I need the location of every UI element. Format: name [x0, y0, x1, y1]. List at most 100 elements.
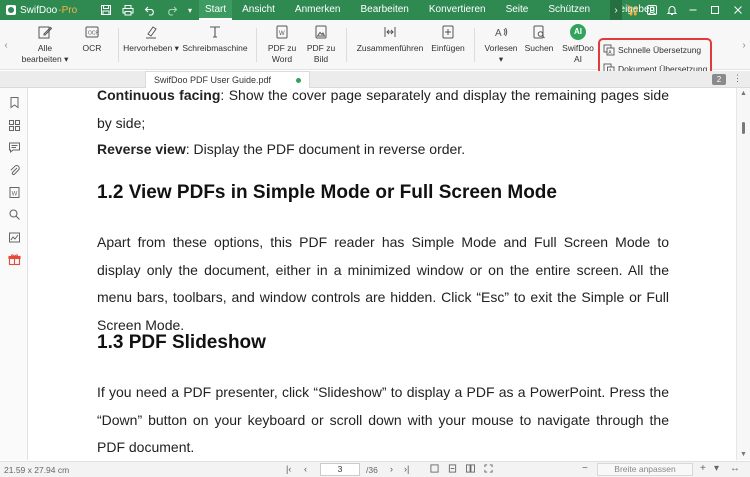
zoom-dropdown-icon[interactable]: ▾ — [714, 463, 719, 474]
pdf-zu-word-label: PDF zu — [267, 43, 297, 53]
first-page-icon[interactable]: |‹ — [286, 464, 291, 474]
hervorheben-button[interactable]: Hervorheben ▾ — [123, 23, 179, 69]
paragraph-reverse-view: Reverse view: Display the PDF document i… — [97, 136, 669, 164]
unsaved-indicator — [296, 78, 301, 83]
term-continuous-facing: Continuous facing — [97, 88, 221, 103]
next-page-icon[interactable]: › — [390, 464, 393, 474]
pdf-zu-word-button[interactable]: W PDF zu Word — [266, 23, 298, 69]
read-aloud-icon: A — [491, 23, 511, 41]
svg-text:W: W — [279, 31, 285, 37]
zusammenfuehren-label: Zusammenführen — [356, 43, 424, 53]
gift-icon[interactable] — [8, 253, 21, 266]
scroll-down-icon[interactable]: ▼ — [740, 451, 747, 458]
attachment-icon[interactable] — [8, 164, 21, 177]
ribbon-divider — [256, 28, 257, 62]
last-page-icon[interactable]: ›| — [404, 464, 409, 474]
menu-konvertieren[interactable]: Konvertieren — [419, 0, 496, 20]
ribbon-divider — [346, 28, 347, 62]
paragraph-slideshow: If you need a PDF presenter, click “Slid… — [97, 384, 669, 455]
suchen-button[interactable]: Suchen — [524, 23, 554, 69]
pdf-zu-bild-button[interactable]: PDF zu Bild — [305, 23, 337, 69]
menu-bearbeiten[interactable]: Bearbeiten — [351, 0, 419, 20]
pdf-page-view[interactable]: Continuous facing: Show the cover page s… — [29, 88, 736, 460]
redo-icon[interactable] — [161, 0, 183, 20]
tab-menu-icon[interactable]: ⋮ — [733, 73, 742, 84]
menu-schuetzen[interactable]: Schützen — [538, 0, 600, 20]
document-tab[interactable]: SwifDoo PDF User Guide.pdf — [145, 71, 310, 88]
zoom-in-icon[interactable]: + — [700, 463, 706, 474]
app-logo: SwifDoo -Pro — [0, 0, 95, 20]
svg-text:A: A — [495, 28, 502, 39]
ocr-icon: OCR — [82, 23, 102, 41]
fullscreen-icon[interactable] — [484, 464, 493, 475]
insert-page-icon — [438, 23, 458, 41]
zusammenfuehren-button[interactable]: Zusammenführen — [355, 23, 425, 69]
page-number-input[interactable]: 3 — [320, 463, 360, 476]
main-menu: Start Ansicht Anmerken Bearbeiten Konver… — [199, 0, 665, 20]
view-mode-icon[interactable] — [430, 464, 439, 475]
search-icon[interactable] — [8, 208, 21, 221]
edit-all-icon — [35, 23, 55, 41]
schreibmaschine-button[interactable]: Schreibmaschine — [182, 23, 248, 69]
window-controls: › — [610, 0, 750, 20]
svg-text:OCR: OCR — [88, 31, 100, 37]
schnelle-uebersetzung-button[interactable]: A Schnelle Übersetzung — [600, 40, 710, 59]
scroll-thumb[interactable] — [742, 122, 745, 134]
ribbon-scroll-left-icon[interactable]: ‹ — [0, 20, 12, 70]
undo-icon[interactable] — [139, 0, 161, 20]
pdf-to-word-icon: W — [272, 23, 292, 41]
signature-icon[interactable] — [8, 231, 21, 244]
word-count-icon[interactable]: W — [8, 186, 21, 199]
einfuegen-button[interactable]: Einfügen — [428, 23, 468, 69]
user-icon[interactable] — [642, 0, 662, 20]
alle-bearbeiten-label: Alle — [37, 43, 53, 53]
swifdoo-ai-label: SwifDoo — [562, 43, 594, 53]
left-sidebar: W — [0, 88, 28, 460]
pdf-zu-bild-label-2: Bild — [313, 54, 329, 64]
schnelle-uebersetzung-label: Schnelle Übersetzung — [618, 44, 702, 55]
heading-simple-mode: 1.2 View PDFs in Simple Mode or Full Scr… — [97, 182, 557, 203]
ai-badge: AI — [570, 24, 586, 40]
ocr-label: OCR — [82, 43, 102, 53]
status-bar: 21.59 x 27.94 cm |‹ ‹ 3 /36 › ›| − Breit… — [0, 461, 750, 477]
menu-start[interactable]: Start — [199, 0, 233, 20]
title-bar: SwifDoo -Pro ▾ Start Ansicht Anmerken Be… — [0, 0, 750, 20]
page-size-readout: 21.59 x 27.94 cm — [4, 465, 70, 475]
more-dropdown-icon[interactable]: ▾ — [183, 0, 197, 20]
swifdoo-ai-button[interactable]: AI SwifDoo AI — [561, 23, 595, 69]
print-icon[interactable] — [117, 0, 139, 20]
fit-page-icon[interactable] — [448, 464, 457, 475]
app-edition: -Pro — [58, 4, 78, 16]
save-icon[interactable] — [95, 0, 117, 20]
ribbon-scroll-right-icon[interactable]: › — [738, 20, 750, 70]
ribbon-divider — [118, 28, 119, 62]
close-icon[interactable] — [726, 0, 750, 20]
alle-bearbeiten-button[interactable]: Alle bearbeiten ▾ — [22, 23, 68, 69]
swifdoo-logo-icon — [6, 5, 16, 15]
menu-seite[interactable]: Seite — [496, 0, 539, 20]
menu-ansicht[interactable]: Ansicht — [232, 0, 285, 20]
zoom-out-icon[interactable]: − — [582, 463, 588, 474]
hervorheben-label: Hervorheben ▾ — [123, 43, 179, 53]
vorlesen-button[interactable]: A Vorlesen ▾ — [482, 23, 520, 69]
thumbnails-icon[interactable] — [8, 119, 21, 132]
minimize-icon[interactable] — [682, 0, 704, 20]
fit-width-icon[interactable]: ↔ — [730, 463, 740, 474]
term-reverse-view: Reverse view — [97, 141, 186, 157]
menu-anmerken[interactable]: Anmerken — [285, 0, 351, 20]
two-page-icon[interactable] — [466, 464, 475, 475]
previous-page-icon[interactable]: ‹ — [304, 464, 307, 474]
bell-icon[interactable] — [662, 0, 682, 20]
ocr-button[interactable]: OCR OCR — [78, 23, 106, 69]
comment-icon[interactable] — [8, 141, 21, 154]
vertical-scrollbar[interactable]: ▲ ▼ — [736, 88, 750, 460]
scroll-up-icon[interactable]: ▲ — [740, 90, 747, 97]
ribbon-toolbar: ‹ Alle bearbeiten ▾ OCR OCR Hervorheben … — [0, 20, 750, 85]
cart-icon[interactable] — [622, 0, 642, 20]
maximize-icon[interactable] — [704, 0, 726, 20]
zoom-mode-select[interactable]: Breite anpassen — [597, 463, 693, 476]
open-tabs-count[interactable]: 2 — [712, 74, 726, 85]
bookmark-icon[interactable] — [8, 96, 21, 109]
heading-slideshow: 1.3 PDF Slideshow — [97, 332, 266, 353]
menu-more-icon[interactable]: › — [610, 0, 622, 20]
